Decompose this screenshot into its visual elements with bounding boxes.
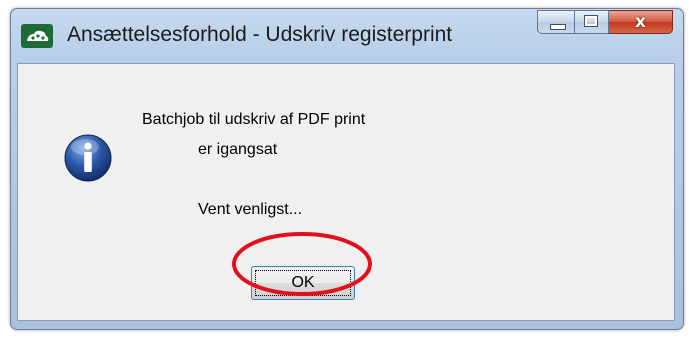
message-line-3: Vent venligst... bbox=[198, 201, 303, 218]
red-highlight-ellipse bbox=[232, 232, 372, 296]
close-icon: x bbox=[635, 12, 646, 32]
caption-buttons: x bbox=[537, 10, 673, 34]
cloud-logo-icon bbox=[21, 24, 53, 48]
window-title: Ansættelsesforhold - Udskriv registerpri… bbox=[67, 23, 453, 46]
info-icon bbox=[64, 134, 112, 182]
message-line-1: Batchjob til udskriv af PDF print bbox=[142, 111, 366, 128]
maximize-button[interactable] bbox=[575, 10, 609, 34]
title-bar[interactable]: Ansættelsesforhold - Udskriv registerpri… bbox=[11, 9, 683, 64]
maximize-icon bbox=[584, 15, 598, 27]
minimize-icon bbox=[550, 24, 566, 30]
message-line-2: er igangsat bbox=[198, 141, 278, 158]
minimize-button[interactable] bbox=[537, 10, 575, 34]
close-button[interactable]: x bbox=[609, 10, 673, 34]
